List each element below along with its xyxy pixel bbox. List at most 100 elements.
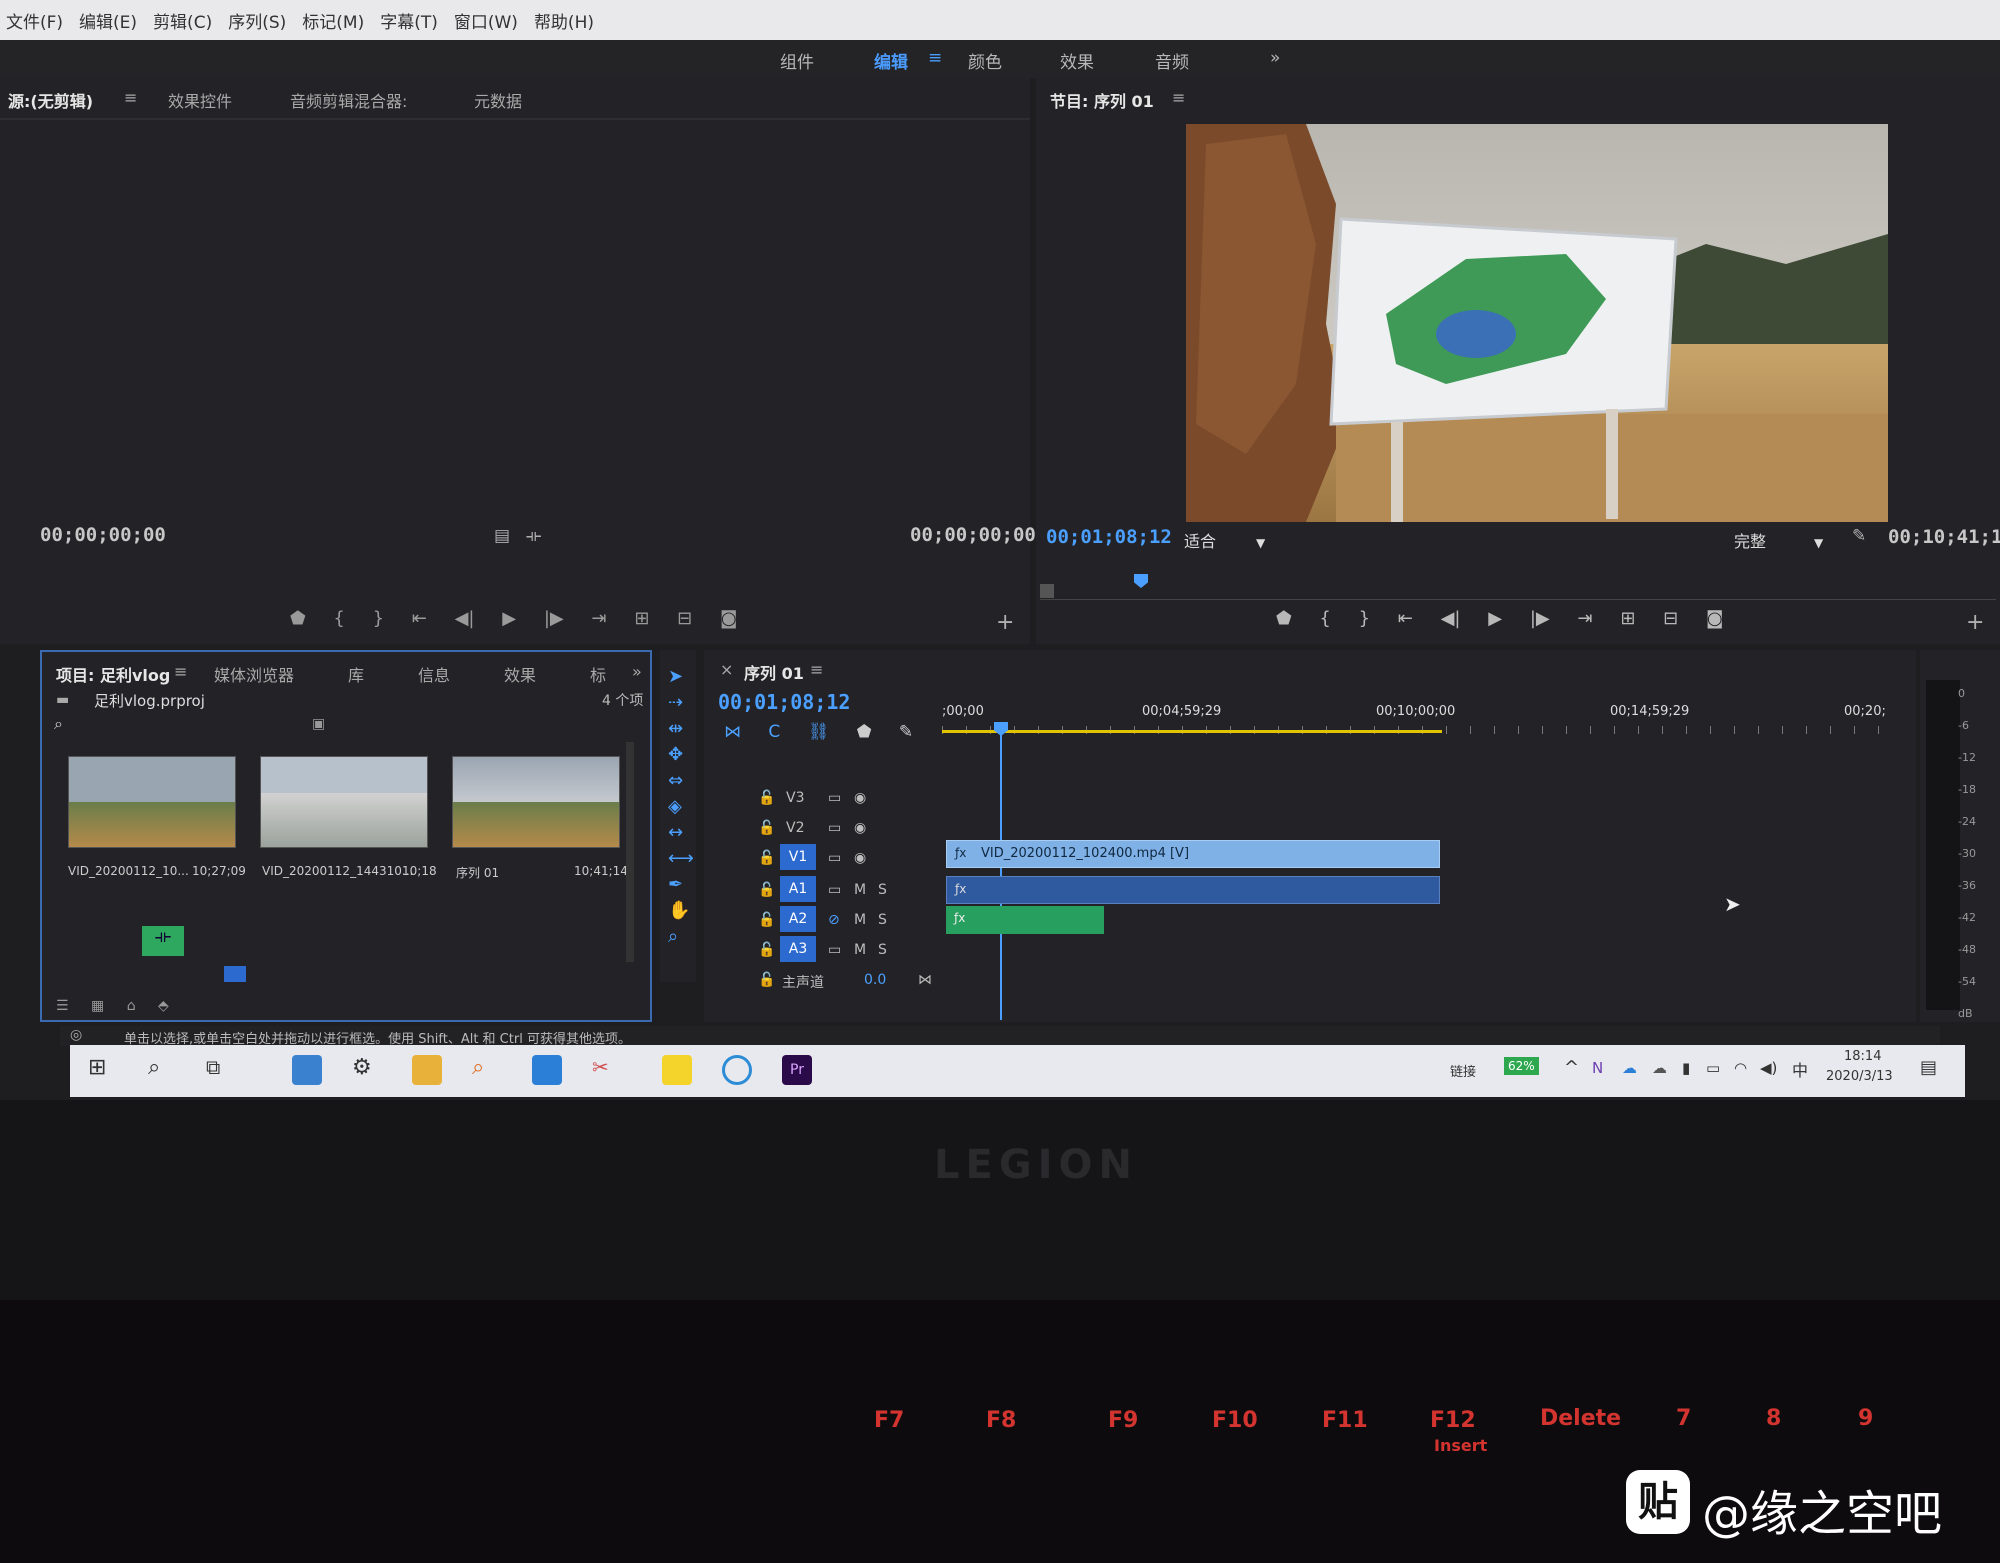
slip-tool-icon[interactable]: ↔ xyxy=(668,820,692,846)
thumbnail-sequence[interactable] xyxy=(452,756,620,848)
solo-button[interactable]: S xyxy=(878,942,887,958)
menu-marker[interactable]: 标记(M) xyxy=(302,8,364,33)
film-icon[interactable]: ▭ xyxy=(828,820,841,836)
lock-icon[interactable]: 🔓 xyxy=(758,942,775,958)
battery-level[interactable]: 62% xyxy=(1504,1057,1539,1075)
windows-start-icon[interactable]: ⊞ xyxy=(88,1055,118,1085)
settings-wrench-icon[interactable]: ✎ xyxy=(899,722,913,742)
tab-media-browser[interactable]: 媒体浏览器 xyxy=(214,662,294,686)
tab-libraries[interactable]: 库 xyxy=(348,662,364,686)
go-to-out-icon[interactable]: ⇥ xyxy=(1577,608,1592,629)
slide-tool-icon[interactable]: ⟷ xyxy=(668,846,694,872)
mute-button[interactable]: M xyxy=(854,912,866,928)
overwrite-icon[interactable]: ⊟ xyxy=(677,608,692,629)
usb-icon[interactable]: ▮ xyxy=(1682,1059,1690,1077)
solo-button[interactable]: S xyxy=(878,882,887,898)
step-back-icon[interactable]: ◀| xyxy=(1441,608,1461,629)
menu-sequence[interactable]: 序列(S) xyxy=(228,8,286,33)
extract-icon[interactable]: ⊟ xyxy=(1663,608,1678,629)
drop-frame-icon[interactable]: ▤ xyxy=(494,526,510,546)
film-icon[interactable]: ▭ xyxy=(828,850,841,866)
task-view-icon[interactable]: ⧉ xyxy=(206,1055,236,1085)
onenote-icon[interactable]: N xyxy=(1592,1059,1603,1077)
export-frame-icon[interactable]: ◙ xyxy=(720,608,737,629)
wrench-icon[interactable]: ✎ xyxy=(1852,526,1866,546)
rolling-edit-tool-icon[interactable]: ✥ xyxy=(668,742,692,768)
clip-a2[interactable]: ƒx xyxy=(946,906,1104,934)
track-name[interactable]: A2 xyxy=(780,906,816,932)
master-volume[interactable]: 0.0 xyxy=(864,972,886,988)
play-icon[interactable]: ▶ xyxy=(502,608,516,629)
workspace-color[interactable]: 颜色 xyxy=(968,48,1002,73)
tab-audio-mixer[interactable]: 音频剪辑混合器: xyxy=(290,88,407,112)
tab-effect-controls[interactable]: 效果控件 xyxy=(168,88,232,112)
step-back-icon[interactable]: ◀| xyxy=(455,608,475,629)
rate-stretch-tool-icon[interactable]: ⇔ xyxy=(668,768,692,794)
workspace-editing[interactable]: 编辑 xyxy=(874,48,908,73)
ripple-edit-tool-icon[interactable]: ⇹ xyxy=(668,716,692,742)
track-name[interactable]: A1 xyxy=(780,876,816,902)
search-icon[interactable]: ⌕ xyxy=(54,714,63,734)
thumbnail-clip-2[interactable] xyxy=(260,756,428,848)
lift-icon[interactable]: ⊞ xyxy=(1620,608,1635,629)
lock-icon[interactable]: 🔓 xyxy=(758,790,775,806)
tab-source[interactable]: 源:(无剪辑) xyxy=(8,88,93,112)
solo-button[interactable]: S xyxy=(878,912,887,928)
scrollbar[interactable] xyxy=(626,742,634,962)
premiere-pro-icon[interactable]: Pr xyxy=(782,1055,812,1085)
settings-gear-icon[interactable]: ⚙ xyxy=(352,1055,382,1085)
workspace-audio[interactable]: 音频 xyxy=(1155,48,1189,73)
step-forward-icon[interactable]: |▶ xyxy=(1530,608,1550,629)
track-name[interactable]: V2 xyxy=(786,820,804,836)
sticky-app-icon[interactable] xyxy=(662,1055,692,1085)
eye-icon[interactable]: ◉ xyxy=(854,850,866,866)
panel-menu-icon[interactable]: ≡ xyxy=(810,660,823,679)
time-ruler[interactable]: ;00;00 00;04;59;29 00;10;00;00 00;14;59;… xyxy=(942,704,1902,734)
mute-button[interactable]: M xyxy=(854,882,866,898)
eye-icon[interactable]: ◉ xyxy=(854,790,866,806)
workspace-effects[interactable]: 效果 xyxy=(1060,48,1094,73)
battery-icon[interactable]: ▭ xyxy=(1706,1059,1720,1077)
zoom-tool-icon[interactable]: ⌕ xyxy=(668,924,692,950)
wifi-icon[interactable]: ◠ xyxy=(1734,1059,1747,1077)
search-app-icon[interactable]: ⌕ xyxy=(472,1055,502,1085)
lock-icon[interactable]: 🔓 xyxy=(758,912,775,928)
selection-tool-icon[interactable]: ➤ xyxy=(668,664,692,690)
clip-v1[interactable]: ƒx VID_20200112_102400.mp4 [V] xyxy=(946,840,1440,868)
track-select-tool-icon[interactable]: ⇢ xyxy=(668,690,692,716)
notification-icon[interactable]: ▤ xyxy=(1920,1057,1937,1078)
audio-waveform-icon[interactable]: ⟛ xyxy=(526,526,541,546)
program-timecode-current[interactable]: 00;01;08;12 xyxy=(1046,526,1172,548)
lock-icon[interactable]: 🔓 xyxy=(758,820,775,836)
linked-selection-icon[interactable]: ⛓ xyxy=(808,722,830,742)
go-to-in-icon[interactable]: ⇤ xyxy=(412,608,427,629)
go-to-end-icon[interactable]: ⋈ xyxy=(918,972,932,988)
search-icon[interactable]: ⌕ xyxy=(148,1055,178,1085)
add-button-icon[interactable]: + xyxy=(996,610,1014,635)
add-marker-icon[interactable]: ⬟ xyxy=(1276,608,1292,629)
snap-icon[interactable]: C xyxy=(768,722,780,742)
zoom-select[interactable]: 适合 ▼ xyxy=(1184,528,1265,552)
menu-title[interactable]: 字幕(T) xyxy=(380,8,438,33)
export-frame-icon[interactable]: ◙ xyxy=(1706,608,1723,629)
chevron-up-icon[interactable]: ^ xyxy=(1564,1057,1579,1078)
more-tabs-icon[interactable]: » xyxy=(632,662,642,681)
go-to-in-icon[interactable]: ⇤ xyxy=(1398,608,1413,629)
clip-a1[interactable]: ƒx xyxy=(946,876,1440,904)
menu-file[interactable]: 文件(F) xyxy=(6,8,63,33)
mail-icon[interactable] xyxy=(532,1055,562,1085)
tab-program[interactable]: 节目: 序列 01 xyxy=(1050,88,1154,112)
voiceover-icon[interactable]: ▭ xyxy=(828,942,841,958)
timeline-timecode[interactable]: 00;01;08;12 xyxy=(718,690,850,714)
track-name[interactable]: V1 xyxy=(780,844,816,870)
source-timecode-current[interactable]: 00;00;00;00 xyxy=(40,524,166,546)
panel-menu-icon[interactable]: ≡ xyxy=(1172,88,1185,107)
lock-icon[interactable]: 🔓 xyxy=(758,850,775,866)
audio-item-icon[interactable]: ⟛ xyxy=(142,926,184,956)
nest-icon[interactable]: ⋈ xyxy=(724,722,741,742)
clock-time[interactable]: 18:14 xyxy=(1844,1049,1881,1064)
cloud-icon[interactable]: ☁ xyxy=(1622,1059,1637,1077)
go-to-out-icon[interactable]: ⇥ xyxy=(591,608,606,629)
mark-in-icon[interactable]: { xyxy=(333,608,344,629)
workspace-more-icon[interactable]: » xyxy=(1270,48,1280,68)
